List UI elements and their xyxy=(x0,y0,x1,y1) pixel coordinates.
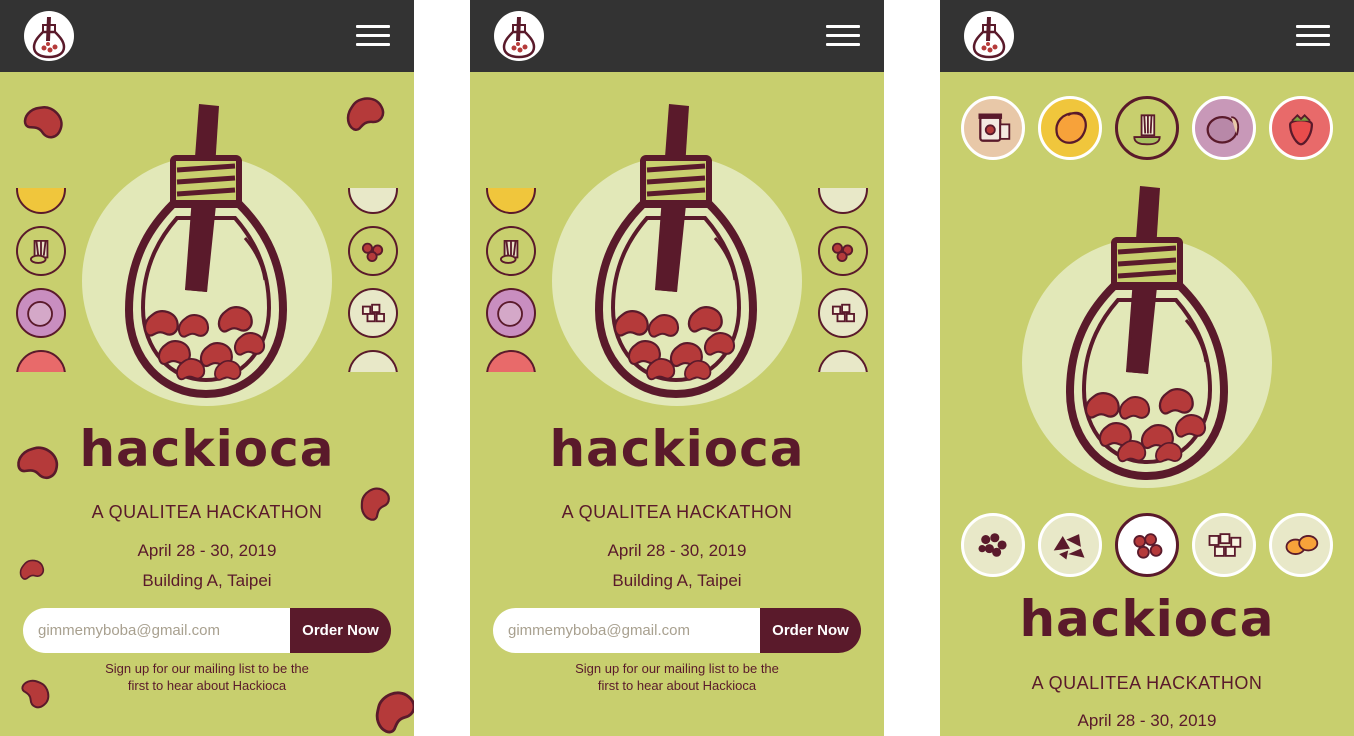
chocolate-icon[interactable] xyxy=(1038,513,1102,577)
boba-lightbulb-icon[interactable] xyxy=(494,11,544,61)
coconut-jelly-icon xyxy=(818,288,868,338)
hamburger-menu-icon[interactable] xyxy=(826,25,860,47)
order-now-button[interactable]: Order Now xyxy=(760,608,861,653)
email-input[interactable] xyxy=(23,608,291,653)
mobile-screen-3: hackioca A QUALITEA HACKATHON April 28 -… xyxy=(940,0,1354,736)
top-nav xyxy=(940,0,1354,72)
mailing-list-note: Sign up for our mailing list to be the f… xyxy=(527,660,827,694)
mailing-list-note-line-2: first to hear about Hackioca xyxy=(597,678,757,693)
mailing-list-note-line-2: first to hear about Hackioca xyxy=(127,678,287,693)
boba-pearls-icon[interactable] xyxy=(961,513,1025,577)
tagline: A QUALITEA HACKATHON xyxy=(91,502,323,522)
matcha-whisk-icon xyxy=(486,226,536,276)
flavor-strip-left xyxy=(14,188,74,372)
top-nav xyxy=(0,0,414,72)
email-input[interactable] xyxy=(493,608,761,653)
boba-lightbulb-icon[interactable] xyxy=(24,11,74,61)
strawberry-icon xyxy=(16,350,66,372)
jam-jar-icon[interactable] xyxy=(961,96,1025,160)
tagline: A QUALITEA HACKATHON xyxy=(561,502,793,522)
red-bean-icon[interactable] xyxy=(1115,513,1179,577)
strawberry-icon xyxy=(486,350,536,372)
mango-icon[interactable] xyxy=(1038,96,1102,160)
boba-lightbulb-icon[interactable] xyxy=(964,11,1014,61)
boba-lightbulb-hero-icon xyxy=(1056,186,1238,482)
taro-icon xyxy=(16,288,66,338)
hackioca-wordmark: hackioca xyxy=(1019,590,1275,648)
hackioca-wordmark: hackioca xyxy=(549,420,805,478)
event-location: Building A, Taipei xyxy=(612,571,742,590)
mobile-screen-2: hackioca A QUALITEA HACKATHON April 28 -… xyxy=(470,0,884,736)
pudding-icon xyxy=(818,350,868,372)
boba-lightbulb-hero-icon xyxy=(585,104,767,400)
mailing-list-note: Sign up for our mailing list to be the f… xyxy=(57,660,357,694)
event-location: Building A, Taipei xyxy=(142,571,272,590)
hamburger-menu-icon[interactable] xyxy=(1296,25,1330,47)
event-date: April 28 - 30, 2019 xyxy=(137,541,277,560)
pudding-icon[interactable] xyxy=(1269,513,1333,577)
mailing-list-note-line-1: Sign up for our mailing list to be the xyxy=(575,661,779,676)
flavor-strip-left xyxy=(484,188,544,372)
red-bean-decoration xyxy=(341,92,388,133)
signup-form: Order Now xyxy=(23,608,391,653)
red-bean-decoration xyxy=(368,686,414,736)
red-bean-icon xyxy=(818,226,868,276)
red-bean-icon xyxy=(348,226,398,276)
taro-icon xyxy=(486,288,536,338)
red-bean-decoration xyxy=(22,100,69,143)
tagline: A QUALITEA HACKATHON xyxy=(1031,673,1263,693)
event-date: April 28 - 30, 2019 xyxy=(1077,711,1217,730)
boba-lightbulb-hero-icon xyxy=(115,104,297,400)
order-now-button[interactable]: Order Now xyxy=(290,608,391,653)
chocolate-icon xyxy=(818,188,868,214)
chocolate-icon xyxy=(348,188,398,214)
mango-icon xyxy=(16,188,66,214)
pudding-icon xyxy=(348,350,398,372)
event-date: April 28 - 30, 2019 xyxy=(607,541,747,560)
hamburger-menu-icon[interactable] xyxy=(356,25,390,47)
top-nav xyxy=(470,0,884,72)
matcha-whisk-icon[interactable] xyxy=(1115,96,1179,160)
strawberry-icon[interactable] xyxy=(1269,96,1333,160)
mobile-screen-1: hackioca A QUALITEA HACKATHON April 28 -… xyxy=(0,0,414,736)
coconut-jelly-icon[interactable] xyxy=(1192,513,1256,577)
taro-icon[interactable] xyxy=(1192,96,1256,160)
hackioca-wordmark: hackioca xyxy=(79,420,335,478)
signup-form: Order Now xyxy=(493,608,861,653)
coconut-jelly-icon xyxy=(348,288,398,338)
mango-icon xyxy=(486,188,536,214)
matcha-whisk-icon xyxy=(16,226,66,276)
red-bean-decoration xyxy=(20,674,55,712)
flavor-strip-right xyxy=(346,188,406,372)
mailing-list-note-line-1: Sign up for our mailing list to be the xyxy=(105,661,309,676)
flavor-strip-right xyxy=(816,188,876,372)
